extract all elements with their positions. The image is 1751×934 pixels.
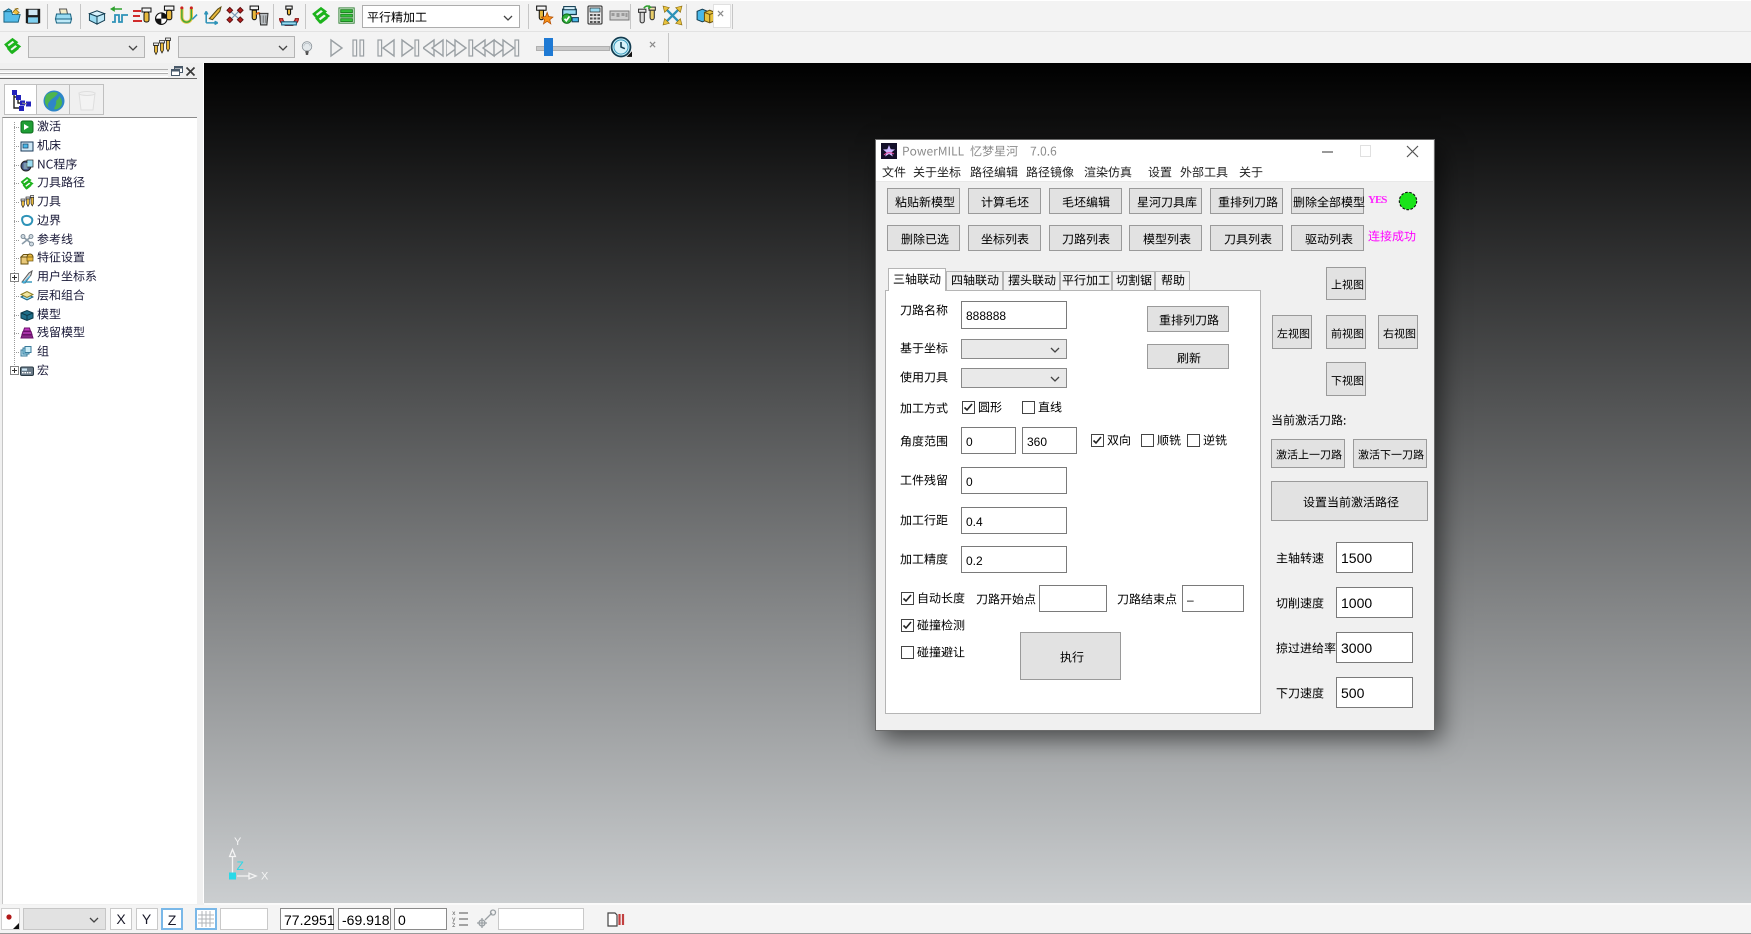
- svg-text:z: z: [452, 922, 456, 929]
- svg-text:Z: Z: [237, 859, 244, 873]
- svg-text:Y: Y: [234, 836, 242, 848]
- svg-text:X: X: [261, 871, 269, 883]
